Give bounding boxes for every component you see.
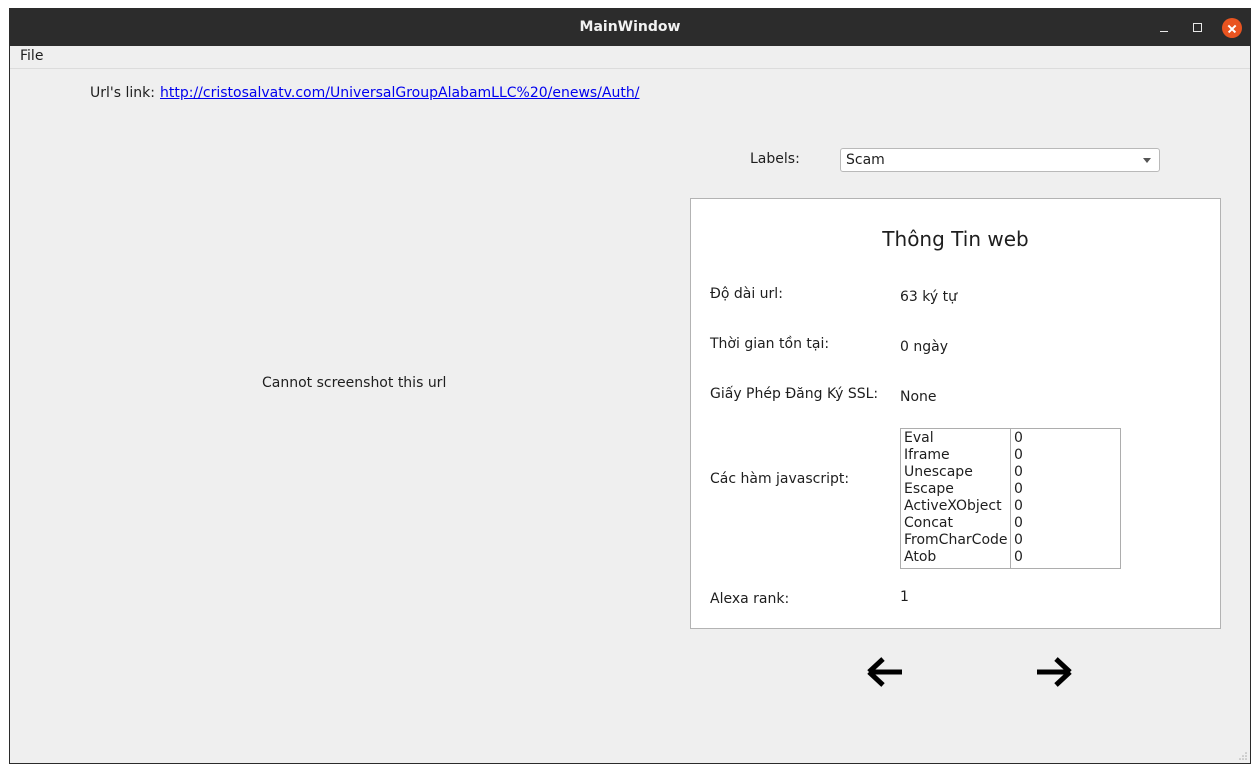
window-title: MainWindow	[579, 19, 681, 35]
js-function-name: Concat	[904, 515, 953, 531]
js-function-name: Escape	[904, 481, 954, 497]
title-bar: MainWindow	[10, 9, 1250, 46]
url-length-label: Độ dài url:	[710, 286, 783, 302]
ssl-value: None	[900, 389, 937, 405]
age-value: 0 ngày	[900, 339, 948, 355]
url-link[interactable]: http://cristosalvatv.com/UniversalGroupA…	[160, 85, 639, 101]
minimize-button[interactable]	[1154, 18, 1174, 38]
js-names-column: Eval Iframe Unescape Escape ActiveXObjec…	[901, 429, 1011, 568]
js-function-name: FromCharCode	[904, 532, 1008, 548]
close-button[interactable]	[1222, 18, 1242, 38]
js-function-name: Unescape	[904, 464, 973, 480]
alexa-rank-value: 1	[900, 589, 909, 605]
labels-selected-value: Scam	[846, 152, 885, 168]
js-function-name: Atob	[904, 549, 937, 565]
resize-grip-icon[interactable]	[1238, 751, 1248, 761]
screenshot-message: Cannot screenshot this url	[262, 375, 447, 391]
js-function-count: 0	[1014, 498, 1023, 514]
panel-title: Thông Tin web	[882, 227, 1029, 251]
chevron-down-icon	[1143, 158, 1151, 163]
js-counts-column: 0 0 0 0 0 0 0 0	[1011, 429, 1120, 568]
labels-label: Labels:	[750, 151, 800, 167]
js-function-count: 0	[1014, 549, 1023, 565]
js-functions-label: Các hàm javascript:	[710, 471, 850, 487]
arrow-left-icon	[867, 657, 902, 687]
prev-button[interactable]	[865, 655, 905, 689]
maximize-button[interactable]	[1188, 18, 1208, 38]
main-window: MainWindow File Url's link: http://crist…	[9, 8, 1251, 764]
js-function-count: 0	[1014, 464, 1023, 480]
alexa-rank-label: Alexa rank:	[710, 591, 790, 607]
js-function-name: Eval	[904, 430, 934, 446]
labels-dropdown[interactable]: Scam	[840, 148, 1160, 172]
js-function-name: Iframe	[904, 447, 950, 463]
web-info-panel: Thông Tin web Độ dài url: 63 ký tự Thời …	[690, 198, 1221, 629]
menu-file[interactable]: File	[20, 48, 43, 64]
js-function-count: 0	[1014, 532, 1023, 548]
menu-bar: File	[10, 46, 1250, 69]
ssl-label: Giấy Phép Đăng Ký SSL:	[710, 386, 879, 402]
js-functions-table[interactable]: Eval Iframe Unescape Escape ActiveXObjec…	[900, 428, 1121, 569]
js-function-name: ActiveXObject	[904, 498, 1002, 514]
arrow-right-icon	[1037, 657, 1072, 687]
url-label: Url's link:	[90, 85, 155, 101]
next-button[interactable]	[1034, 655, 1074, 689]
age-label: Thời gian tồn tại:	[710, 336, 830, 352]
url-length-value: 63 ký tự	[900, 289, 957, 305]
js-function-count: 0	[1014, 481, 1023, 497]
js-function-count: 0	[1014, 515, 1023, 531]
js-function-count: 0	[1014, 430, 1023, 446]
js-function-count: 0	[1014, 447, 1023, 463]
